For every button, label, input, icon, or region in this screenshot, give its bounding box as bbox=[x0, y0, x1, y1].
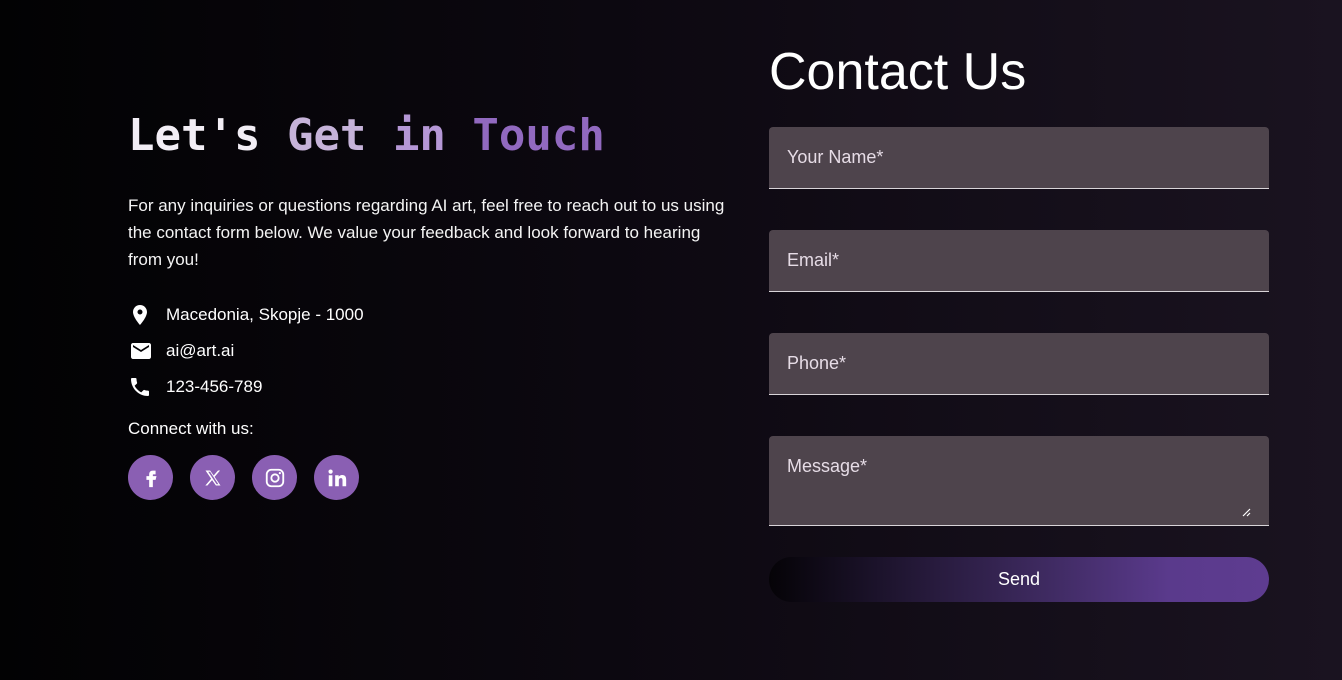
linkedin-button[interactable] bbox=[314, 455, 359, 500]
contact-form-section: Contact Us Send bbox=[769, 40, 1269, 602]
social-links bbox=[128, 455, 733, 500]
heading-word-4: Touch bbox=[472, 110, 605, 161]
phone-input[interactable] bbox=[769, 333, 1269, 394]
x-button[interactable] bbox=[190, 455, 235, 500]
resize-handle-icon[interactable] bbox=[1241, 507, 1251, 517]
phone-icon bbox=[128, 374, 154, 400]
contact-email: ai@art.ai bbox=[128, 333, 733, 369]
contact-details: Macedonia, Skopje - 1000 ai@art.ai 123-4… bbox=[128, 297, 733, 405]
facebook-button[interactable] bbox=[128, 455, 173, 500]
x-icon bbox=[204, 470, 220, 485]
mail-icon bbox=[128, 338, 154, 364]
name-input[interactable] bbox=[769, 127, 1269, 188]
connect-label: Connect with us: bbox=[128, 419, 254, 438]
intro-text: For any inquiries or questions regarding… bbox=[128, 196, 725, 269]
instagram-button[interactable] bbox=[252, 455, 297, 500]
page-heading: Let's Get in Touch bbox=[128, 108, 733, 164]
message-field bbox=[769, 436, 1269, 526]
heading-word-3: in bbox=[392, 110, 446, 161]
facebook-icon bbox=[145, 470, 156, 487]
location-text: Macedonia, Skopje - 1000 bbox=[166, 305, 364, 324]
contact-info-section: Let's Get in Touch For any inquiries or … bbox=[128, 108, 733, 500]
email-text[interactable]: ai@art.ai bbox=[166, 341, 234, 361]
heading-word-2: Get bbox=[286, 110, 367, 161]
phone-field bbox=[769, 333, 1269, 395]
send-button[interactable]: Send bbox=[769, 557, 1269, 602]
instagram-icon bbox=[265, 468, 284, 487]
form-title: Contact Us bbox=[769, 43, 1027, 101]
heading-word-1: Let's bbox=[128, 110, 261, 161]
email-field bbox=[769, 230, 1269, 292]
location-pin-icon bbox=[128, 302, 154, 328]
name-field bbox=[769, 127, 1269, 189]
contact-location: Macedonia, Skopje - 1000 bbox=[128, 297, 733, 333]
linkedin-icon bbox=[327, 468, 346, 486]
email-input[interactable] bbox=[769, 230, 1269, 291]
message-input[interactable] bbox=[769, 436, 1269, 525]
contact-phone: 123-456-789 bbox=[128, 369, 733, 405]
phone-text[interactable]: 123-456-789 bbox=[166, 377, 262, 397]
